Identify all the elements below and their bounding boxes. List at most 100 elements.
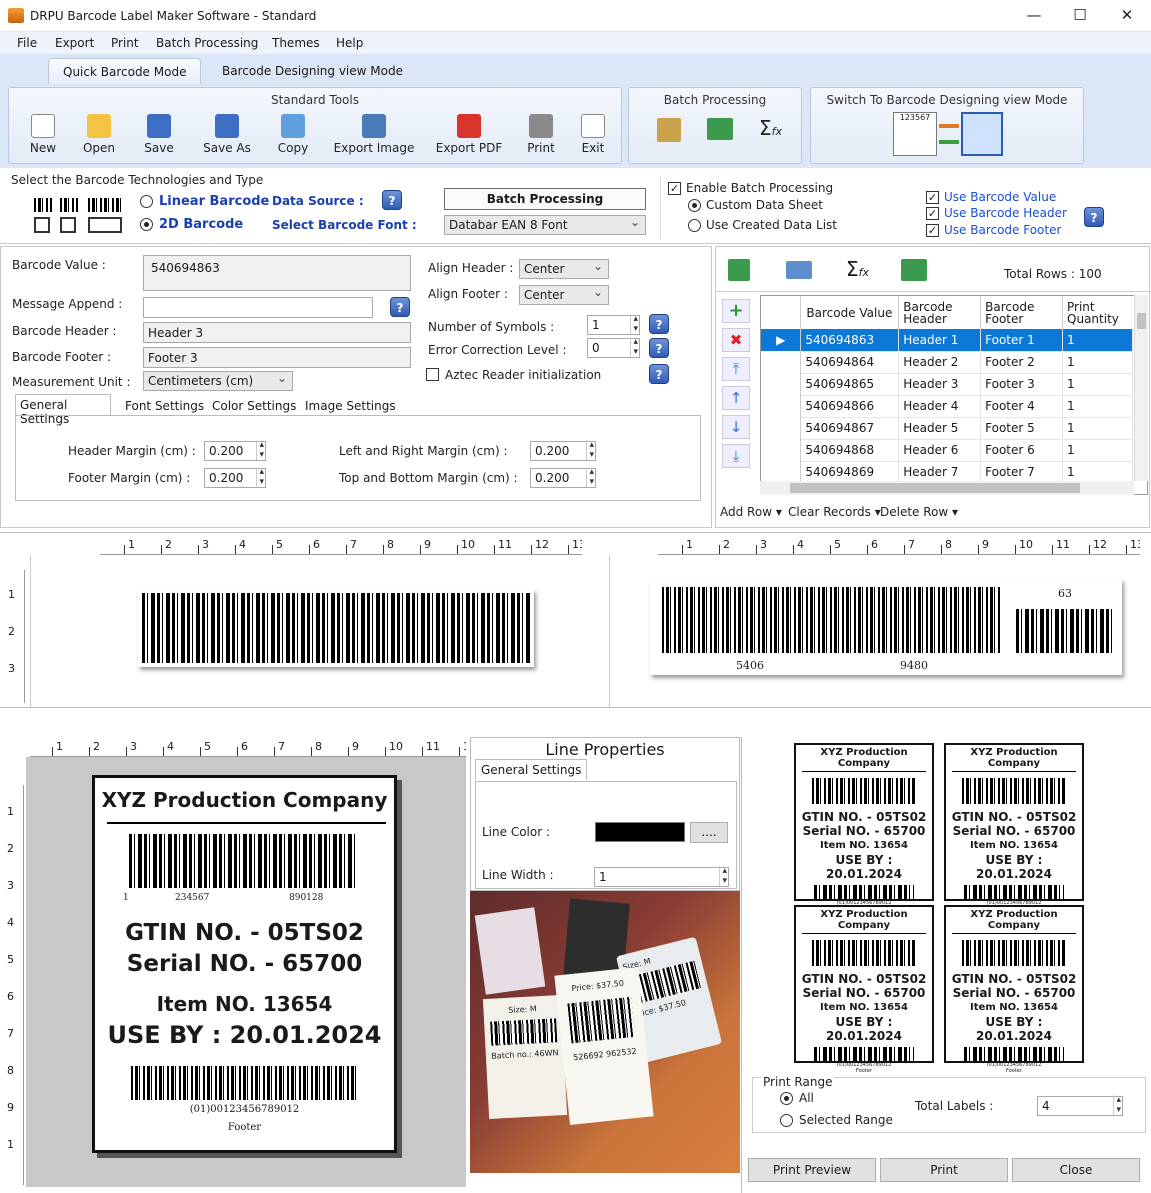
clear-records-dropdown[interactable]: Clear Records ▾	[788, 505, 881, 519]
excel-import-icon[interactable]	[728, 259, 750, 281]
table-cell[interactable]: Footer 3	[980, 373, 1064, 396]
print-label-card[interactable]: XYZ Production Company GTIN NO. - 05TS02 S…	[794, 743, 934, 912]
label-card[interactable]: XYZ Production Company 1 234567 890128 G…	[92, 775, 397, 1153]
table-row[interactable]: 540694864 Header 2 Footer 21	[761, 351, 1133, 374]
table-cell[interactable]: Header 1	[898, 329, 982, 352]
table-cell[interactable]: 540694866	[800, 395, 900, 418]
table-cell[interactable]: 1	[1062, 395, 1133, 418]
add-row-icon[interactable]: +	[722, 299, 750, 323]
copy-button[interactable]: Copy	[273, 114, 313, 155]
table-row[interactable]: 540694866 Header 4 Footer 41	[761, 395, 1133, 418]
delete-row-dropdown[interactable]: Delete Row ▾	[880, 505, 958, 519]
table-cell[interactable]: Header 4	[898, 395, 982, 418]
table-cell[interactable]: 1	[1062, 417, 1133, 440]
help-icon[interactable]: ?	[649, 314, 669, 334]
table-row[interactable]: 540694869 Header 7 Footer 71	[761, 461, 1133, 484]
open-button[interactable]: Open	[79, 114, 119, 155]
add-row-dropdown[interactable]: Add Row ▾	[720, 505, 782, 519]
help-icon[interactable]: ?	[1084, 207, 1104, 227]
table-cell[interactable]: 540694867	[800, 417, 900, 440]
horizontal-scrollbar[interactable]	[760, 481, 1134, 495]
export-icon[interactable]	[786, 261, 812, 279]
row-selector[interactable]	[761, 395, 802, 417]
table-row[interactable]: 540694867 Header 5 Footer 51	[761, 417, 1133, 440]
move-top-icon[interactable]: ⤒	[722, 357, 750, 381]
table-row[interactable]: ▶ 540694863 Header 1 Footer 11	[761, 329, 1133, 352]
linear-barcode-label[interactable]: Linear Barcode	[159, 194, 269, 209]
table-row[interactable]: 540694868 Header 6 Footer 61	[761, 439, 1133, 462]
formula-icon[interactable]: Σfx	[759, 116, 782, 140]
table-cell[interactable]: Header 7	[898, 461, 982, 484]
table-cell[interactable]: 1	[1062, 439, 1133, 462]
menu-batch-processing[interactable]: Batch Processing	[156, 36, 258, 50]
save-button[interactable]: Save	[139, 114, 179, 155]
selected-range-radio[interactable]	[780, 1114, 793, 1127]
color-browse-button[interactable]: ....	[690, 822, 728, 843]
print-button[interactable]: Print	[521, 114, 561, 155]
subtab-general-settings[interactable]: General Settings	[15, 394, 111, 426]
align-header-select[interactable]: Center	[519, 259, 609, 279]
align-footer-select[interactable]: Center	[519, 285, 609, 305]
use-barcode-value-checkbox[interactable]: ✓	[926, 191, 939, 204]
table-cell[interactable]: Footer 2	[980, 351, 1064, 374]
table-cell[interactable]: 540694865	[800, 373, 900, 396]
batch-processing-button[interactable]: Batch Processing	[444, 188, 646, 210]
menu-file[interactable]: File	[17, 36, 37, 50]
table-cell[interactable]: Footer 6	[980, 439, 1064, 462]
formula-icon[interactable]: Σfx	[846, 257, 869, 281]
print-label-card[interactable]: XYZ Production Company GTIN NO. - 05TS02 S…	[944, 905, 1084, 1074]
row-selector[interactable]	[761, 417, 802, 439]
table-cell[interactable]: Header 6	[898, 439, 982, 462]
enable-batch-checkbox[interactable]: ✓	[668, 182, 681, 195]
table-cell[interactable]: 1	[1062, 351, 1133, 374]
move-up-icon[interactable]: ↑	[722, 386, 750, 410]
table-cell[interactable]: Header 3	[898, 373, 982, 396]
print-preview-button[interactable]: Print Preview	[748, 1158, 876, 1182]
menu-themes[interactable]: Themes	[272, 36, 320, 50]
close-panel-button[interactable]: Close	[1012, 1158, 1140, 1182]
print-all-radio[interactable]	[780, 1092, 793, 1105]
barcode-footer-input[interactable]: Footer 3	[143, 347, 411, 368]
number-of-symbols-stepper[interactable]: 1	[587, 314, 640, 335]
tab-designing-view-mode[interactable]: Barcode Designing view Mode	[208, 58, 417, 84]
table-cell[interactable]: 540694868	[800, 439, 900, 462]
new-button[interactable]: New	[23, 114, 63, 155]
2d-barcode-radio[interactable]	[140, 218, 153, 231]
save-as-button[interactable]: Save As	[199, 114, 255, 155]
close-window-button[interactable]: ✕	[1104, 0, 1150, 31]
help-icon[interactable]: ?	[649, 338, 669, 358]
export-image-button[interactable]: Export Image	[331, 114, 417, 155]
table-cell[interactable]: Header 2	[898, 351, 982, 374]
measurement-unit-select[interactable]: Centimeters (cm)	[143, 371, 293, 391]
use-barcode-header-checkbox[interactable]: ✓	[926, 207, 939, 220]
export-pdf-button[interactable]: Export PDF	[433, 114, 505, 155]
switch-mode-button[interactable]: 123567	[893, 112, 937, 156]
menu-print[interactable]: Print	[111, 36, 139, 50]
subtab-font-settings[interactable]: Font Settings	[121, 396, 208, 416]
table-cell[interactable]: Footer 7	[980, 461, 1064, 484]
table-cell[interactable]: 540694864	[800, 351, 900, 374]
row-selector[interactable]	[761, 439, 802, 461]
tb-margin-stepper[interactable]: 0.200	[530, 467, 596, 488]
table-cell[interactable]: 540694863	[800, 329, 900, 352]
exit-button[interactable]: Exit	[575, 114, 611, 155]
row-selector[interactable]	[761, 373, 802, 395]
help-icon[interactable]: ?	[390, 297, 410, 317]
column-header[interactable]: Barcode Value	[800, 296, 900, 329]
refresh-sheet-icon[interactable]	[901, 259, 927, 281]
help-icon[interactable]: ?	[382, 190, 402, 210]
table-cell[interactable]: 1	[1062, 373, 1133, 396]
row-selector[interactable]: ▶	[761, 329, 802, 351]
row-selector[interactable]	[761, 351, 802, 373]
table-row[interactable]: 540694865 Header 3 Footer 31	[761, 373, 1133, 396]
custom-data-sheet-radio[interactable]	[688, 199, 701, 212]
message-append-input[interactable]	[143, 297, 373, 318]
barcode-value-input[interactable]: 540694863	[143, 255, 411, 291]
table-cell[interactable]: Footer 4	[980, 395, 1064, 418]
created-data-list-radio[interactable]	[688, 219, 701, 232]
barcode-font-select[interactable]: Databar EAN 8 Font	[444, 215, 646, 235]
total-labels-stepper[interactable]: 4	[1037, 1095, 1123, 1116]
error-correction-stepper[interactable]: 0	[587, 337, 640, 358]
line-width-stepper[interactable]: 1	[594, 866, 729, 887]
tab-general-settings[interactable]: General Settings	[475, 759, 588, 780]
